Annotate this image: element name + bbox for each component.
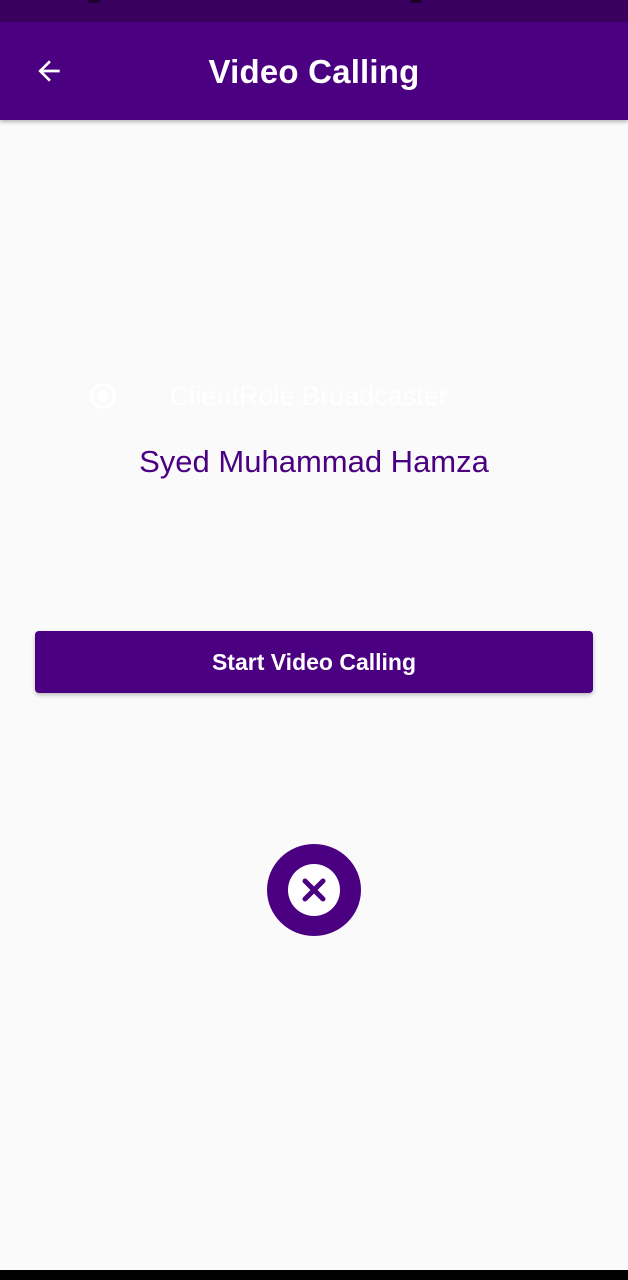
user-name: Syed Muhammad Hamza	[139, 444, 489, 479]
client-role-radio[interactable]	[90, 383, 116, 409]
client-role-option[interactable]: ClientRole.Broadcaster	[86, 374, 448, 418]
client-role-label: ClientRole.Broadcaster	[170, 381, 448, 411]
close-circle-icon	[288, 864, 340, 916]
status-bar-indicator-left	[88, 0, 100, 3]
app-bar: Video Calling	[0, 22, 628, 120]
system-navigation-bar	[0, 1270, 628, 1280]
status-bar-indicator-right	[410, 0, 422, 3]
start-video-calling-button[interactable]: Start Video Calling	[35, 631, 593, 693]
page-title: Video Calling	[208, 53, 420, 90]
radio-selected-dot	[97, 390, 109, 402]
end-call-button[interactable]	[267, 844, 361, 936]
status-bar	[0, 0, 628, 22]
